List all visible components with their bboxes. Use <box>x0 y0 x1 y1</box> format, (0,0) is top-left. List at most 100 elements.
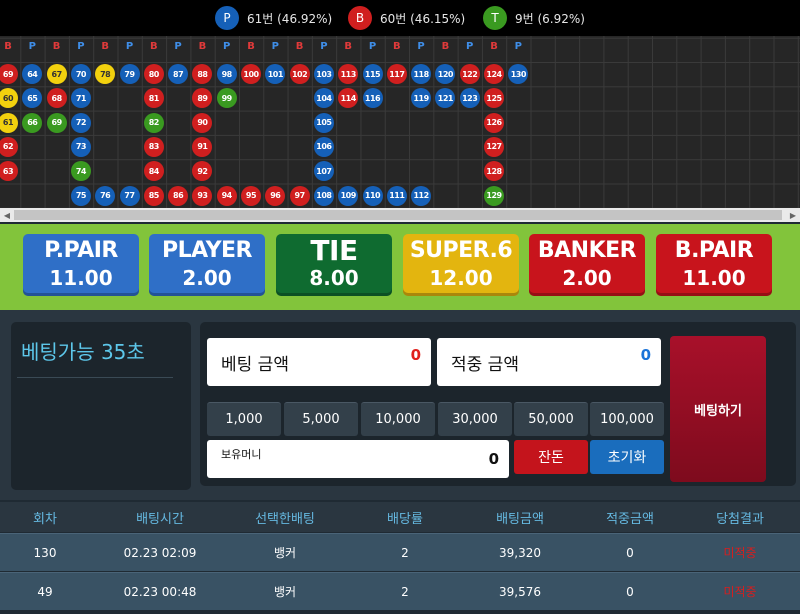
bet-odds: 8.00 <box>309 266 359 290</box>
road-result-ball: 76 <box>95 185 116 206</box>
chip-50000-button[interactable]: 50,000 <box>514 402 588 436</box>
road-result-ball: 116 <box>362 88 383 109</box>
road-result-ball: 70 <box>70 64 91 84</box>
cell-bet-amount: 39,576 <box>499 584 541 599</box>
place-bet-button[interactable]: 베팅하기 <box>670 336 766 482</box>
road-header-banker: B <box>295 41 304 52</box>
road-result-ball: 79 <box>119 64 140 84</box>
road-result-ball: 126 <box>484 112 504 133</box>
road-header-player: P <box>368 41 377 52</box>
road-header-player: P <box>28 41 36 52</box>
tie-dot-icon: T <box>483 6 507 30</box>
road-header-banker: B <box>247 41 255 52</box>
road-header-player: P <box>125 41 134 52</box>
road-header-player: P <box>271 41 279 52</box>
road-result-ball: 84 <box>143 161 164 182</box>
road-result-ball: 95 <box>241 185 261 206</box>
chip-30000-button[interactable]: 30,000 <box>438 402 512 436</box>
betting-timer-box: 베팅가능 35초 <box>11 322 191 490</box>
col-round: 회차 <box>33 511 57 527</box>
grid-horizontal-scrollbar[interactable]: ◀ ▶ <box>0 208 800 222</box>
road-result-ball: 61 <box>0 112 18 133</box>
bet-button-super6[interactable]: SUPER.6 12.00 <box>403 234 519 296</box>
win-amount-value: 0 <box>640 346 651 364</box>
bet-odds: 11.00 <box>49 266 113 290</box>
reset-button[interactable]: 초기화 <box>590 440 664 474</box>
road-result-ball: 77 <box>119 185 140 206</box>
table-row: 49 02.23 00:48 뱅커 2 39,576 0 미적중 <box>0 572 800 610</box>
scroll-thumb[interactable] <box>14 210 782 220</box>
cell-result: 미적중 <box>723 546 757 560</box>
road-result-ball: 67 <box>46 64 67 84</box>
road-result-ball: 122 <box>459 64 480 84</box>
road-header-banker: B <box>101 41 109 52</box>
road-header-player: P <box>417 41 425 52</box>
road-result-ball: 94 <box>216 185 237 206</box>
col-result: 당첨결과 <box>716 511 764 527</box>
bet-amount-value: 0 <box>410 346 421 364</box>
bet-odds: 12.00 <box>429 266 493 290</box>
road-result-ball: 74 <box>70 161 91 182</box>
road-result-ball: 118 <box>411 64 432 84</box>
cell-odds: 2 <box>401 545 409 560</box>
banker-dot-icon: B <box>348 6 372 30</box>
balance-field: 보유머니 0 <box>207 440 509 478</box>
bet-options-bar: P.PAIR 11.00 PLAYER 2.00 TIE 8.00 SUPER.… <box>0 224 800 310</box>
road-result-ball: 108 <box>313 185 334 206</box>
balance-label: 보유머니 <box>221 448 262 461</box>
bet-amount-label: 베팅 금액 <box>221 355 289 375</box>
chip-100000-button[interactable]: 100,000 <box>590 402 664 436</box>
road-header-banker: B <box>344 41 352 52</box>
col-bet-time: 배팅시간 <box>136 511 184 527</box>
change-button[interactable]: 잔돈 <box>514 440 588 474</box>
road-header-banker: B <box>441 41 450 52</box>
road-header-banker: B <box>490 41 498 52</box>
bet-button-banker[interactable]: BANKER 2.00 <box>529 234 645 296</box>
road-header-banker: B <box>198 41 207 52</box>
road-header-player: P <box>320 41 328 52</box>
balance-value: 0 <box>488 450 499 468</box>
win-amount-field: 적중 금액 0 <box>437 338 661 386</box>
bet-name: P.PAIR <box>44 238 118 263</box>
road-result-ball: 87 <box>168 64 189 84</box>
timer-divider <box>17 377 173 378</box>
cell-odds: 2 <box>401 584 409 599</box>
win-amount-label: 적중 금액 <box>451 355 519 375</box>
bet-name: B.PAIR <box>674 238 754 263</box>
scroll-right-icon[interactable]: ▶ <box>786 208 800 222</box>
betting-timer-text: 베팅가능 35초 <box>21 340 145 364</box>
scroll-left-icon[interactable]: ◀ <box>0 208 14 222</box>
betting-control-panel: 베팅가능 35초 베팅 금액 0 적중 금액 0 1,000 5,000 10,… <box>0 310 800 500</box>
road-result-ball: 110 <box>362 185 383 206</box>
road-header-banker: B <box>52 41 61 52</box>
bet-button-b-pair[interactable]: B.PAIR 11.00 <box>656 234 772 296</box>
road-result-ball: 111 <box>386 185 407 206</box>
table-row: 130 02.23 02:09 뱅커 2 39,320 0 미적중 <box>0 533 800 571</box>
chip-10000-button[interactable]: 10,000 <box>361 402 435 436</box>
bet-history-header: 회차 배팅시간 선택한배팅 배당률 배팅금액 적중금액 당첨결과 <box>0 502 800 532</box>
cell-win-amount: 0 <box>626 545 634 560</box>
road-result-ball: 127 <box>484 136 504 157</box>
road-header-player: P <box>174 41 182 52</box>
bet-name: BANKER <box>537 238 637 263</box>
road-result-ball: 117 <box>386 64 407 84</box>
history-road-grid: B P B P B P B P B P B P B P B P B P B P B P 69 64 67 70 78 79 80 87 88… <box>0 36 800 208</box>
road-result-ball: 85 <box>143 185 164 206</box>
cell-bet-amount: 39,320 <box>499 545 541 560</box>
cell-round: 130 <box>33 545 57 560</box>
road-result-ball: 97 <box>289 185 310 206</box>
chip-1000-button[interactable]: 1,000 <box>207 402 281 436</box>
banker-stat: B 60번 (46.15%) <box>348 5 465 31</box>
bet-button-player[interactable]: PLAYER 2.00 <box>149 234 265 296</box>
col-selected-bet: 선택한배팅 <box>255 511 315 527</box>
chip-5000-button[interactable]: 5,000 <box>284 402 358 436</box>
cell-selection: 뱅커 <box>273 546 297 560</box>
cell-time: 02.23 02:09 <box>123 545 197 560</box>
cell-selection: 뱅커 <box>273 585 297 599</box>
bet-odds: 11.00 <box>682 266 746 290</box>
road-result-ball: 129 <box>484 185 504 206</box>
bet-button-tie[interactable]: TIE 8.00 <box>276 234 392 296</box>
road-result-ball: 112 <box>411 185 432 206</box>
bet-button-p-pair[interactable]: P.PAIR 11.00 <box>23 234 139 296</box>
road-result-ball: 99 <box>216 88 237 109</box>
